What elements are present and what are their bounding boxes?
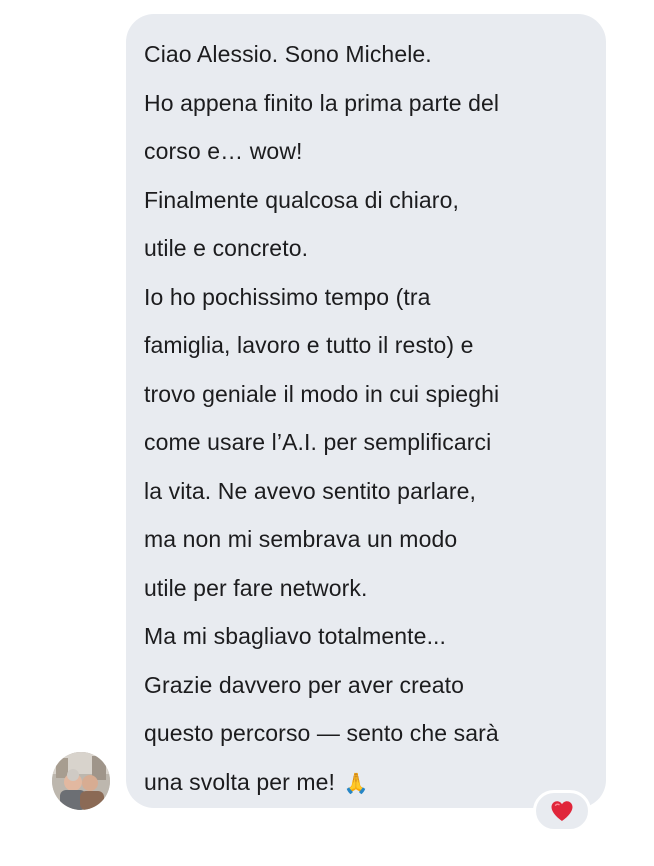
profile-photo-icon	[52, 752, 110, 810]
message-line: Finalmente qualcosa di chiaro,	[144, 186, 459, 213]
message-line: come usare l’A.I. per semplificarci	[144, 429, 492, 455]
red-heart-icon	[551, 801, 573, 821]
heart-reaction-badge[interactable]	[533, 790, 591, 832]
message-line: la vita. Ne avevo sentito parlare,	[144, 477, 476, 504]
message-line: utile per fare network.	[144, 574, 368, 601]
sender-avatar[interactable]	[52, 752, 110, 810]
message-bubble[interactable]: Ciao Alessio. Sono Michele. Ho appena fi…	[126, 14, 606, 808]
message-line: trovo geniale il modo in cui spieghi	[144, 380, 500, 407]
message-last-line: una svolta per me! 🙏	[144, 758, 590, 809]
message-line: ma non mi sembrava un modo	[144, 526, 458, 552]
message-line: famiglia, lavoro e tutto il resto) e	[144, 332, 474, 358]
message-line: Ma mi sbagliavo totalmente...	[144, 623, 447, 649]
message-line: questo percorso — sento che sarà	[144, 720, 499, 746]
message-line: utile e concreto.	[144, 235, 309, 261]
message-line: Ho appena finito la prima parte del	[144, 89, 500, 116]
folded-hands-emoji-icon: 🙏	[343, 772, 369, 795]
message-line: Io ho pochissimo tempo (tra	[144, 283, 431, 310]
message-line: corso e… wow!	[144, 138, 303, 164]
message-line: Grazie davvero per aver creato	[144, 671, 465, 698]
message-line-text: una svolta per me!	[144, 768, 336, 795]
message-line: Ciao Alessio. Sono Michele.	[144, 41, 432, 67]
